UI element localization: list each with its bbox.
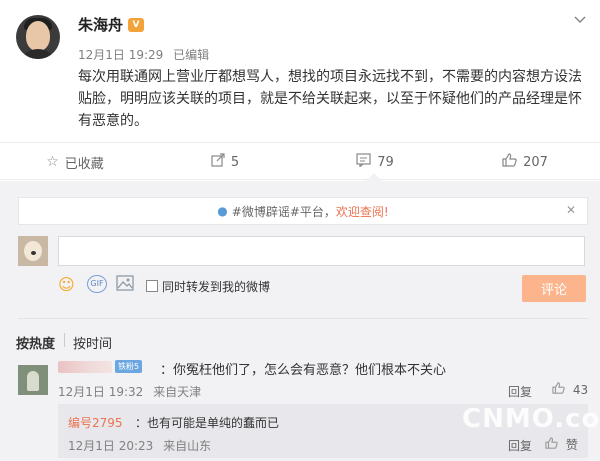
watermark: CNMO.com (462, 404, 600, 434)
repost-button[interactable]: 5 (150, 143, 300, 181)
notice-banner[interactable]: ● #微博辟谣#平台， 欢迎查阅! (18, 197, 588, 225)
reply-time: 12月1日 20:23 (68, 439, 154, 453)
edited-label[interactable]: 已编辑 (173, 48, 209, 62)
repost-checkbox-label[interactable]: 同时转发到我的微博 (162, 278, 270, 295)
comment-text: ：你冤枉他们了，怎么会有恶意？他们根本不关心 (160, 363, 447, 378)
tab-sort-hot[interactable]: 按热度 (16, 333, 55, 352)
post-meta: 12月1日 19:29 已编辑 (78, 46, 215, 63)
thumbs-up-icon (545, 437, 562, 452)
reply-source: 来自山东 (163, 439, 212, 453)
comment-time: 12月1日 19:32 (58, 385, 144, 399)
star-icon: ☆ (46, 154, 59, 170)
reply-text: ：也有可能是单纯的蠢而已 (135, 416, 280, 430)
comment-like-button[interactable]: 43 (552, 382, 588, 397)
submit-comment-button[interactable]: 评论 (522, 275, 586, 302)
vip-badge-icon: V (128, 18, 144, 32)
share-icon (211, 153, 225, 171)
notice-link[interactable]: 欢迎查阅! (336, 203, 389, 220)
author-avatar[interactable] (16, 15, 60, 59)
thumbs-up-icon (502, 153, 517, 171)
comment-meta: 12月1日 19:32 来自天津 (58, 383, 207, 400)
tab-sort-time[interactable]: 按时间 (73, 333, 112, 352)
comment-panel-caret (366, 173, 382, 181)
like-count: 207 (523, 154, 548, 170)
comment-input[interactable] (58, 236, 585, 266)
author-name[interactable]: 朱海舟 (78, 14, 123, 35)
commenter-avatar[interactable] (18, 365, 48, 395)
reply-button[interactable]: 回复 (508, 383, 532, 400)
image-icon[interactable] (116, 275, 134, 295)
my-avatar (18, 236, 48, 266)
favorite-label: 已收藏 (64, 156, 104, 172)
repost-checkbox[interactable] (146, 280, 158, 292)
repost-count: 5 (230, 154, 240, 170)
fan-badge: 铁粉5 (115, 360, 143, 373)
nested-reply-button[interactable]: 回复 (508, 437, 532, 454)
chevron-down-icon[interactable] (572, 14, 588, 28)
nested-like-label: 赞 (565, 438, 578, 452)
gif-icon[interactable]: GIF (87, 275, 107, 293)
tab-divider (64, 333, 65, 347)
info-icon: ● (217, 204, 228, 218)
close-icon[interactable]: ✕ (566, 203, 576, 217)
nested-like-button[interactable]: 赞 (545, 436, 578, 453)
post-time[interactable]: 12月1日 19:29 (78, 48, 163, 62)
comment-like-count: 43 (572, 383, 589, 397)
comment-count: 79 (377, 154, 394, 170)
notice-text: #微博辟谣#平台， (231, 204, 336, 219)
post-text: 每次用联通网上营业厅都想骂人，想找的项目永远找不到，不需要的内容想方设法贴脸，明… (78, 69, 582, 129)
comment-source: 来自天津 (153, 385, 202, 399)
thumbs-up-icon (552, 382, 569, 397)
reply-meta: 12月1日 20:23 来自山东 (68, 437, 217, 454)
commenter-name-redacted[interactable] (58, 361, 112, 373)
action-bar: ☆ 已收藏 5 79 207 (0, 142, 600, 180)
favorite-button[interactable]: ☆ 已收藏 (0, 143, 150, 181)
reply-username[interactable]: 编号2795 (68, 414, 123, 431)
like-button[interactable]: 207 (450, 143, 600, 181)
divider (18, 318, 588, 319)
emoji-icon[interactable]: ☺ (58, 275, 75, 295)
comment-icon (356, 153, 371, 171)
